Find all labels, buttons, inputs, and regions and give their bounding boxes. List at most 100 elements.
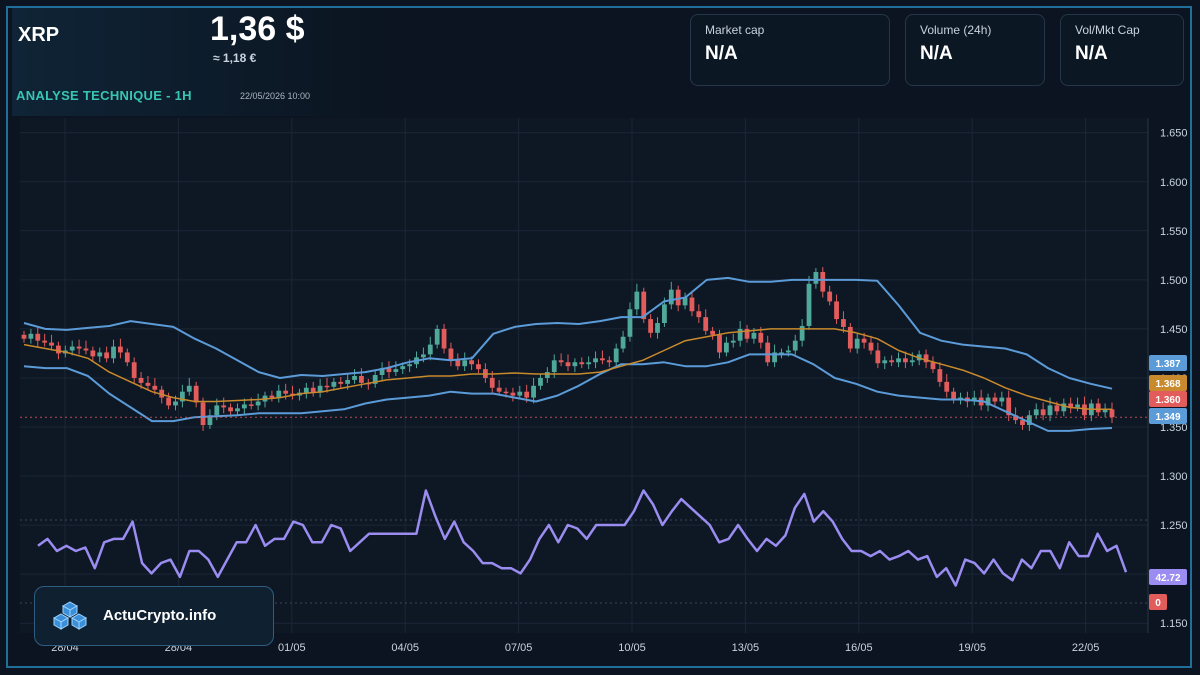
candle-body: [909, 360, 915, 363]
candle-body: [400, 366, 406, 370]
candle-body: [951, 391, 957, 400]
candle-body: [593, 358, 598, 363]
y-tick-label: 1.500: [1160, 275, 1188, 287]
candle-body: [448, 348, 454, 361]
candle-body: [723, 342, 729, 353]
chart-area: 1.6501.6001.5501.5001.4501.4001.3501.300…: [12, 118, 1188, 664]
candle-body: [104, 352, 110, 359]
candle-body: [710, 330, 716, 335]
candle-body: [193, 385, 199, 403]
candle-body: [90, 350, 96, 357]
candle-body: [806, 283, 812, 326]
candle-body: [606, 360, 612, 363]
candle-body: [28, 333, 34, 339]
candle-body: [455, 360, 461, 367]
y-tick-label: 1.300: [1160, 471, 1188, 483]
candle-body: [420, 354, 426, 358]
candle-body: [97, 352, 103, 357]
candle-body: [393, 369, 399, 373]
candle-body: [235, 408, 240, 412]
candle-body: [35, 333, 41, 341]
candle-body: [586, 362, 592, 365]
y-tick-label: 1.250: [1160, 520, 1188, 532]
candle-body: [854, 338, 860, 349]
candle-body: [145, 382, 151, 386]
candle-body: [668, 289, 674, 305]
stat-volume: Volume (24h) N/A: [905, 14, 1045, 86]
candle-body: [255, 401, 261, 406]
asset-price-usd: 1,36 $: [210, 10, 305, 48]
candle-body: [827, 291, 833, 302]
candle-body: [462, 360, 468, 367]
candle-body: [21, 334, 27, 339]
candle-body: [717, 334, 722, 353]
candle-body: [944, 381, 950, 392]
candle-body: [345, 379, 351, 384]
candle-body: [544, 372, 550, 378]
candle-body: [785, 350, 791, 353]
candle-body: [868, 342, 874, 351]
candle-body: [427, 344, 433, 355]
candle-body: [166, 397, 172, 406]
candle-body: [517, 391, 523, 396]
candle-body: [496, 387, 502, 392]
candle-body: [751, 332, 757, 339]
candle-body: [875, 350, 881, 364]
candle-body: [1033, 409, 1039, 416]
candle-body: [696, 311, 702, 318]
price-tag-label: 1.387: [1155, 359, 1180, 370]
candle-body: [889, 360, 895, 363]
candle-body: [111, 346, 116, 359]
candle-body: [758, 332, 764, 343]
candle-body: [737, 328, 743, 341]
x-tick-label: 22/05: [1072, 642, 1100, 654]
y-tick-label: 1.650: [1160, 128, 1188, 140]
candle-body: [1109, 409, 1115, 418]
y-tick-label: 1.450: [1160, 324, 1188, 336]
rsi-tag-label: 0: [1155, 598, 1161, 609]
analysis-title: ANALYSE TECHNIQUE - 1H: [16, 88, 192, 103]
y-tick-label: 1.550: [1160, 226, 1188, 238]
candle-body: [228, 407, 233, 412]
candle-body: [359, 375, 364, 383]
candle-body: [1047, 405, 1053, 416]
candle-body: [503, 391, 509, 394]
candle-body: [56, 345, 61, 354]
candle-body: [338, 381, 344, 384]
candle-body: [565, 362, 571, 367]
candle-body: [407, 364, 413, 367]
stat-value: N/A: [705, 43, 738, 64]
candle-body: [248, 404, 254, 406]
x-tick-label: 16/05: [845, 642, 873, 654]
candle-body: [1082, 404, 1087, 416]
candle-body: [765, 342, 771, 363]
candle-body: [241, 404, 247, 409]
candle-body: [634, 291, 640, 310]
candle-body: [42, 340, 48, 343]
candle-body: [269, 395, 275, 398]
candle-body: [83, 348, 89, 351]
candle-body: [1054, 405, 1060, 412]
candle-body: [896, 358, 901, 363]
candle-body: [434, 328, 440, 345]
candle-body: [69, 346, 75, 351]
brand-badge: ActuCrypto.info: [34, 586, 274, 646]
candle-body: [551, 360, 557, 373]
brand-name: ActuCrypto.info: [103, 607, 217, 624]
candle-body: [841, 319, 846, 327]
candle-body: [703, 317, 709, 331]
candle-body: [441, 328, 447, 349]
candle-body: [847, 326, 853, 349]
candle-body: [303, 387, 309, 393]
stat-label: Market cap: [705, 23, 765, 37]
x-tick-label: 10/05: [618, 642, 646, 654]
candle-body: [510, 392, 516, 396]
candle-body: [572, 362, 578, 367]
candle-body: [600, 358, 605, 361]
candle-body: [861, 338, 867, 343]
candle-body: [558, 360, 564, 363]
candle-body: [524, 391, 530, 398]
candle-body: [173, 401, 178, 406]
stat-label: Vol/Mkt Cap: [1075, 23, 1140, 37]
stat-label: Volume (24h): [920, 23, 992, 37]
